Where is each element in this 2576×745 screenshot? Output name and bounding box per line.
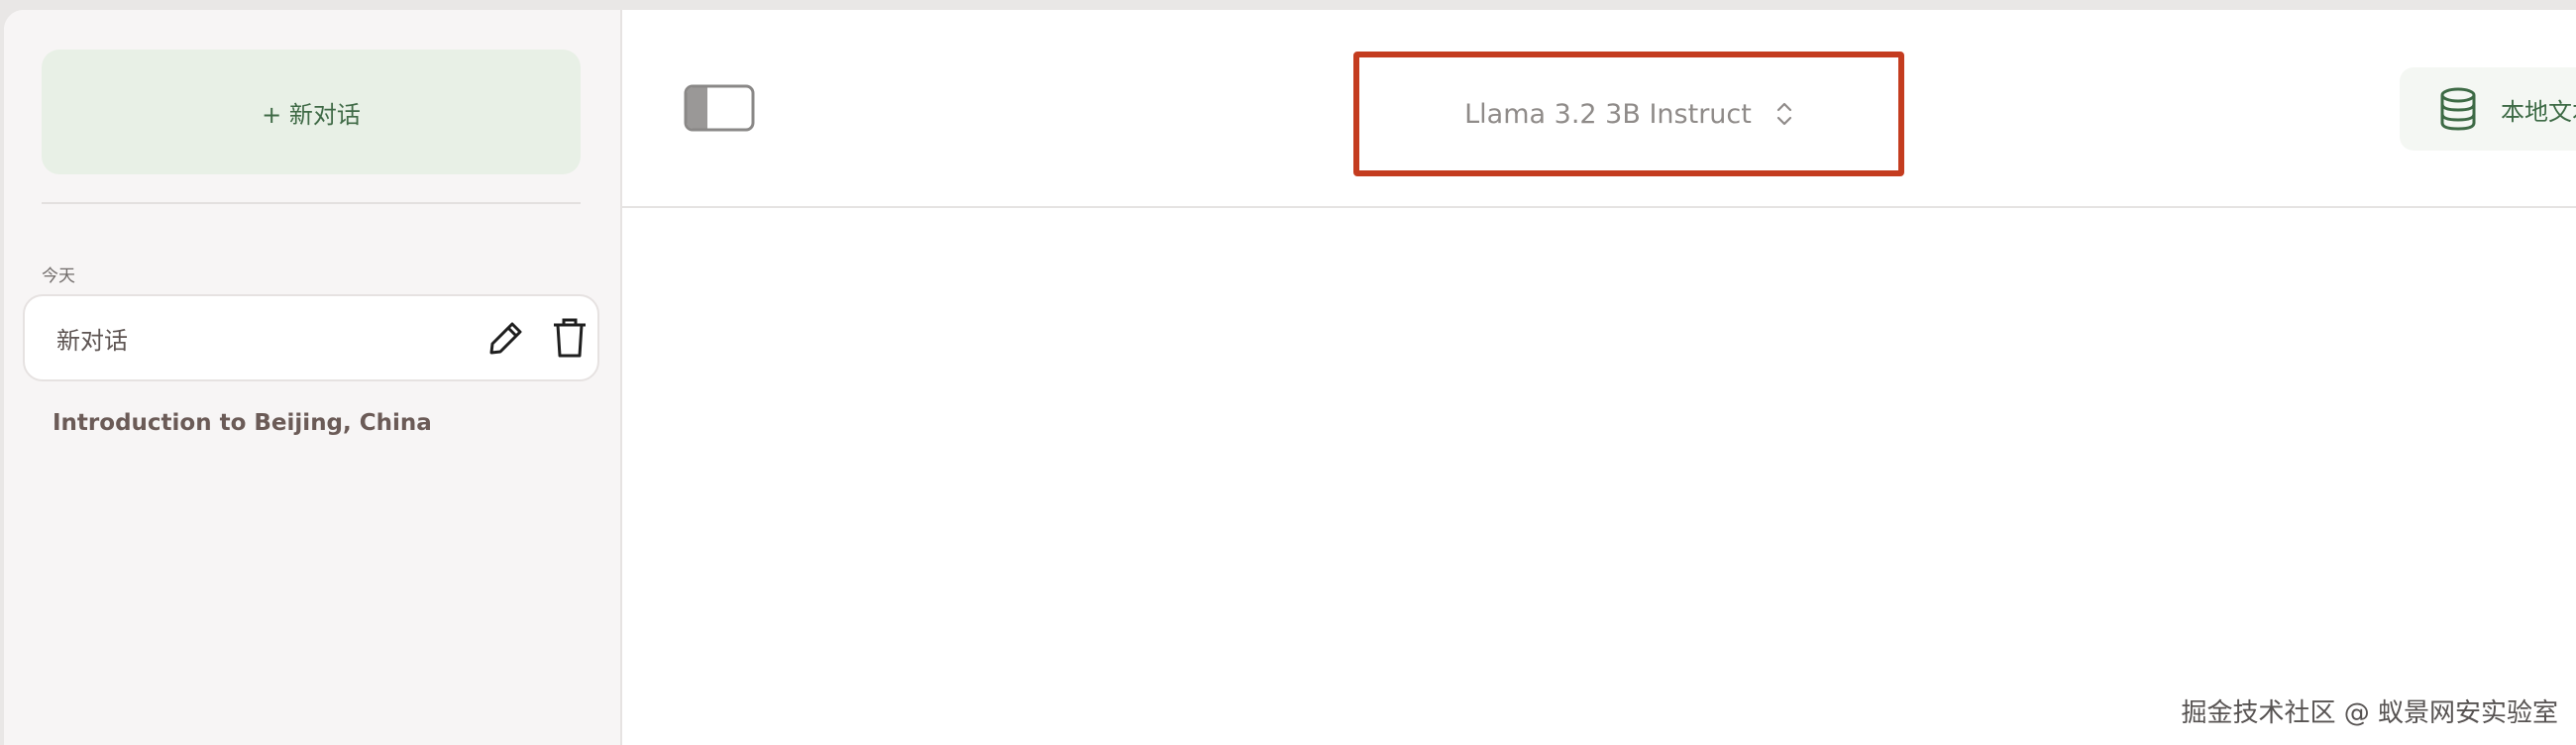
delete-chat-button[interactable] <box>546 314 593 362</box>
model-name: Llama 3.2 3B Instruct <box>1464 98 1752 130</box>
model-selector[interactable]: Llama 3.2 3B Instruct <box>1353 52 1904 176</box>
edit-chat-button[interactable] <box>483 314 530 362</box>
knowledge-base-button[interactable]: 本地文本 <box>2400 67 2576 151</box>
new-chat-label: + 新对话 <box>262 100 361 129</box>
knowledge-base-label: 本地文本 <box>2501 97 2576 126</box>
top-bar: Llama 3.2 3B Instruct 本地文本 <box>622 10 2576 208</box>
chat-item[interactable]: Introduction to Beijing, China <box>53 410 432 436</box>
new-chat-button[interactable]: + 新对话 <box>42 50 581 174</box>
chat-item-active[interactable]: 新对话 <box>23 294 599 381</box>
watermark: 掘金技术社区 @ 蚁景网安实验室 <box>2181 698 2558 728</box>
sidebar-toggle-icon <box>684 84 755 132</box>
main-panel: Llama 3.2 3B Instruct 本地文本 掘金技术社区 @ 蚁景网安… <box>622 10 2576 745</box>
app-window: + 新对话 今天 新对话 Introduction to Beijing, Ch… <box>4 10 2576 745</box>
sidebar-toggle-button[interactable] <box>684 84 755 132</box>
trash-icon <box>554 318 586 358</box>
sidebar-divider <box>42 202 581 204</box>
section-label-today: 今天 <box>42 266 75 286</box>
database-icon <box>2440 87 2476 131</box>
sidebar: + 新对话 今天 新对话 Introduction to Beijing, Ch… <box>4 10 622 745</box>
chevron-updown-icon <box>1776 102 1791 126</box>
pencil-icon <box>489 322 522 355</box>
chat-item-label: 新对话 <box>56 326 128 355</box>
